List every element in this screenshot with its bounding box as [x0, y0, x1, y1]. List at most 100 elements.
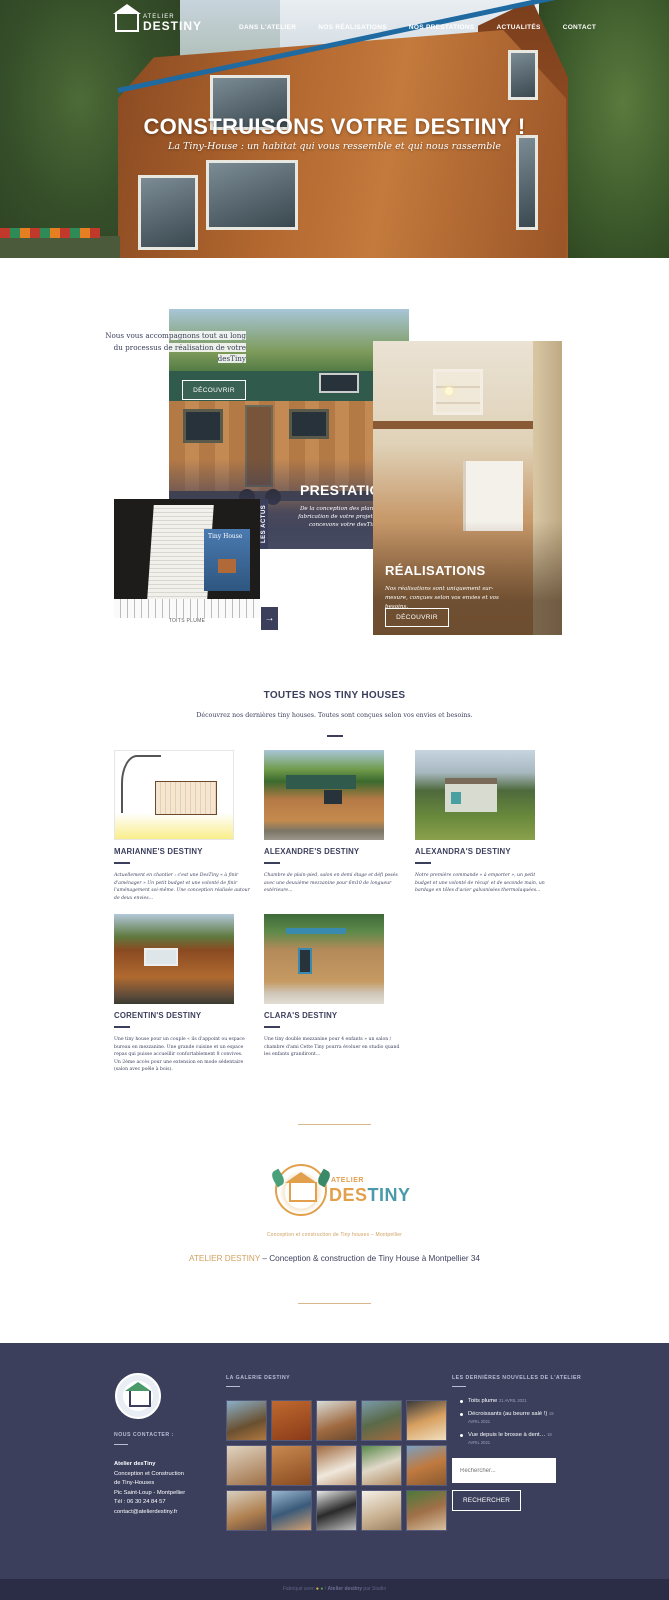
house-card-corentin[interactable]: CORENTIN'S DESTINY Une tiny house pour u…	[114, 914, 245, 1074]
hero-window	[138, 175, 198, 250]
house-card-alexandra[interactable]: ALEXANDRA'S DESTINY Notre première comma…	[415, 750, 545, 895]
contact-address: Pic Saint-Loup - Montpellier	[114, 1489, 186, 1496]
contact-line: de Tiny-Houses	[114, 1480, 155, 1487]
news-title[interactable]: Décroissants (au beurre salé !)	[468, 1411, 547, 1417]
thumb-house	[445, 778, 497, 812]
heading-divider	[226, 1386, 240, 1387]
actus-photo[interactable]: Tiny House	[114, 499, 260, 618]
leaf-icon: ●	[320, 1586, 324, 1592]
brand-line-rest: – Conception & construction de Tiny Hous…	[260, 1254, 480, 1263]
contact-heading: NOUS CONTACTER :	[114, 1432, 174, 1438]
news-list: Toits plume 21 AVRIL 2021 Décroissants (…	[460, 1397, 556, 1452]
gallery-thumb[interactable]	[226, 1400, 267, 1441]
decouvrir-button-prestations[interactable]: DÉCOUVRIR	[182, 380, 246, 400]
contact-line: Conception et Construction	[114, 1470, 184, 1477]
news-heading: LES DERNIÈRES NOUVELLES DE L'ATELIER	[452, 1375, 582, 1381]
realisations-title[interactable]: RÉALISATIONS	[385, 563, 486, 578]
news-item[interactable]: Toits plume 21 AVRIL 2021	[460, 1397, 556, 1406]
house-thumbnail[interactable]	[264, 750, 384, 840]
hero-window	[508, 50, 538, 100]
sketch-house	[155, 781, 217, 815]
hero-ground	[0, 236, 120, 258]
news-date: 21 AVRIL 2021	[498, 1398, 527, 1403]
gallery-thumb[interactable]	[406, 1490, 447, 1531]
brand-divider	[298, 1303, 371, 1304]
decouvrir-button-realisations[interactable]: DÉCOUVRIR	[385, 608, 449, 627]
house-emblem-icon	[275, 1164, 327, 1216]
gallery-thumb[interactable]	[316, 1400, 357, 1441]
news-title[interactable]: Vue depuis le brosse à dent…	[468, 1432, 545, 1438]
house-name[interactable]: CORENTIN'S DESTINY	[114, 1011, 234, 1020]
photo-shelf	[433, 369, 483, 415]
gallery-thumb[interactable]	[361, 1400, 402, 1441]
photo-window	[183, 409, 223, 443]
house-thumbnail[interactable]	[114, 914, 234, 1004]
gallery-thumb[interactable]	[226, 1490, 267, 1531]
hero-banner: ATELIER DESTINY DANS L'ATELIER NOS RÉALI…	[0, 0, 669, 258]
thumb-window	[298, 948, 312, 974]
gallery-thumb[interactable]	[316, 1445, 357, 1486]
services-intro: Nous vous accompagnons tout au long du p…	[100, 330, 246, 365]
house-card-clara[interactable]: CLARA'S DESTINY Une tiny double mezzanin…	[264, 914, 399, 1059]
gallery-thumb[interactable]	[271, 1445, 312, 1486]
brand-word-des: DES	[329, 1185, 368, 1205]
arrow-right-icon[interactable]: →	[261, 607, 278, 630]
search-button[interactable]: RECHERCHER	[452, 1490, 521, 1511]
house-description: Une tiny house pour un couple « ils d'ap…	[114, 1037, 245, 1073]
cover-house	[218, 559, 236, 573]
search-input[interactable]	[452, 1458, 556, 1483]
gallery-thumb[interactable]	[361, 1490, 402, 1531]
house-description: Une tiny double mezzanine pour 4 enfants…	[264, 1037, 400, 1058]
house-thumbnail[interactable]	[415, 750, 535, 840]
main-nav: DANS L'ATELIER NOS RÉALISATIONS NOS PRES…	[239, 24, 618, 31]
copyright-author[interactable]: Studio	[372, 1586, 386, 1592]
house-name[interactable]: CLARA'S DESTINY	[264, 1011, 384, 1020]
news-title[interactable]: Toits plume	[468, 1398, 497, 1404]
contact-email[interactable]: contact@atelierdestiny.fr	[114, 1508, 224, 1518]
gallery-thumb[interactable]	[271, 1490, 312, 1531]
brand-word-destiny: DESTINY	[329, 1185, 411, 1206]
news-item[interactable]: Décroissants (au beurre salé !) 19 AVRIL…	[460, 1410, 556, 1427]
nav-item-realisations[interactable]: NOS RÉALISATIONS	[318, 24, 387, 31]
sketch-wash	[115, 813, 233, 839]
gallery-thumb[interactable]	[271, 1400, 312, 1441]
brand-word-atelier: ATELIER	[331, 1177, 364, 1184]
footer-logo-icon	[115, 1373, 161, 1419]
nav-item-actualites[interactable]: ACTUALITÉS	[497, 24, 541, 31]
cover-text: Tiny House	[208, 533, 243, 540]
gallery-thumb[interactable]	[406, 1445, 447, 1486]
gallery-thumb[interactable]	[406, 1400, 447, 1441]
gallery-thumb[interactable]	[226, 1445, 267, 1486]
hero-tagline: La Tiny-House : un habitat qui vous ress…	[168, 141, 501, 152]
house-name[interactable]: ALEXANDRE'S DESTINY	[264, 847, 384, 856]
gallery-thumb[interactable]	[361, 1445, 402, 1486]
heading-divider	[452, 1386, 466, 1387]
name-divider	[264, 862, 280, 864]
house-card-alexandre[interactable]: ALEXANDRE'S DESTINY Chambre de plain-pie…	[264, 750, 398, 895]
contact-phone[interactable]: Tél : 06 30 24 84 57	[114, 1498, 224, 1508]
house-card-marianne[interactable]: MARIANNE'S DESTINY Actuellement en chant…	[114, 750, 250, 902]
house-thumbnail[interactable]	[264, 914, 384, 1004]
hero-window	[206, 160, 298, 230]
copyright-prefix: Fabriqué avec	[282, 1586, 315, 1592]
copyright-brand[interactable]: Atelier destiny	[328, 1586, 362, 1592]
house-name[interactable]: MARIANNE'S DESTINY	[114, 847, 234, 856]
brand-logo: ATELIER DESTINY	[269, 1164, 410, 1216]
house-logo-icon	[113, 4, 141, 32]
house-name[interactable]: ALEXANDRA'S DESTINY	[415, 847, 535, 856]
site-logo[interactable]: ATELIER DESTINY	[113, 4, 202, 32]
house-thumbnail[interactable]	[114, 750, 234, 840]
actus-caption[interactable]: TOITS PLUME	[114, 618, 260, 628]
name-divider	[114, 862, 130, 864]
gallery-thumb[interactable]	[316, 1490, 357, 1531]
nav-item-prestations[interactable]: NOS PRESTATIONS	[409, 24, 475, 31]
brand-divider	[298, 1124, 371, 1125]
news-item[interactable]: Vue depuis le brosse à dent… 19 AVRIL 20…	[460, 1431, 556, 1448]
nav-item-contact[interactable]: CONTACT	[563, 24, 596, 31]
name-divider	[114, 1026, 130, 1028]
copyright-by: par	[363, 1586, 371, 1592]
brand-line: ATELIER DESTINY – Conception & construct…	[0, 1254, 669, 1263]
house-description: Actuellement en chantier : c'est une Des…	[114, 873, 250, 901]
tiny-houses-title: TOUTES NOS TINY HOUSES	[263, 690, 406, 701]
nav-item-atelier[interactable]: DANS L'ATELIER	[239, 24, 296, 31]
